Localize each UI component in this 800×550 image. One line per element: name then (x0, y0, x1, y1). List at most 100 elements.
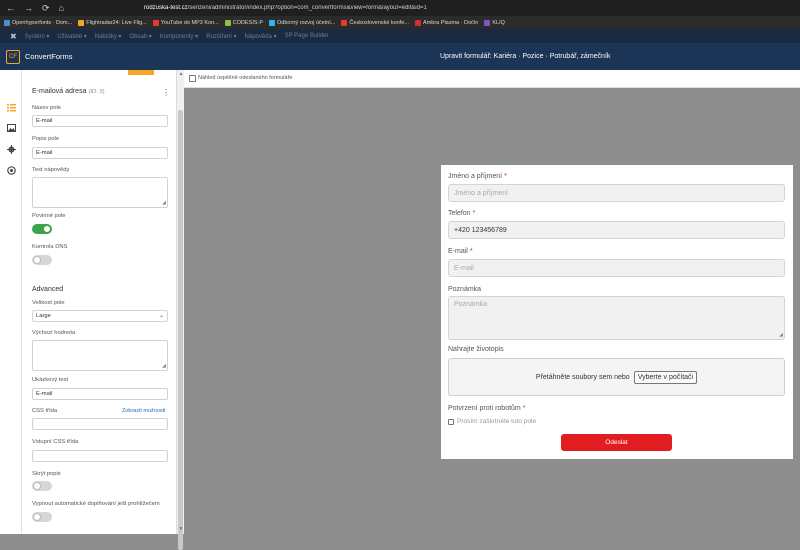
joomla-menu-item[interactable]: Komponenty ▾ (160, 33, 198, 40)
panel-active-tab-indicator (128, 70, 154, 75)
name-field-label: Jméno a příjmení * (448, 173, 507, 180)
convertforms-logo-icon: CF (6, 49, 20, 64)
success-preview-checkbox[interactable] (189, 75, 196, 82)
input-css-class-label: Vstupní CSS třída (32, 439, 79, 445)
scroll-down-icon[interactable]: ▼ (177, 526, 185, 532)
required-toggle[interactable] (32, 224, 52, 234)
captcha-field-label: Potvrzení proti robotům * (448, 405, 526, 412)
home-icon[interactable]: ⌂ (59, 3, 64, 14)
dns-check-label: Kontrola DNS (32, 244, 68, 250)
chevron-down-icon: ⌄ (158, 313, 164, 319)
app-header: CF ConvertForms (0, 43, 800, 70)
list-icon[interactable] (4, 100, 18, 114)
size-select-value: Large (36, 313, 51, 319)
url-path: /senzeni/administrator/index.php?option=… (187, 5, 427, 11)
dropzone-text: Přetáhněte soubory sem nebo (535, 373, 630, 381)
field-settings-panel: E-mailová adresa (ID: 3) ⋮ Název pole E-m… (22, 70, 176, 534)
hide-label-toggle[interactable] (32, 481, 52, 491)
browse-button[interactable]: Vyberte v počítači (633, 370, 698, 384)
default-value-label: Výchozí hodnota (32, 330, 76, 336)
joomla-menu-item[interactable]: Rozšíření ▾ (206, 33, 236, 40)
label-input[interactable]: E-mail (32, 147, 168, 159)
resize-handle-icon[interactable]: ◢ (779, 332, 783, 338)
joomla-menu-item[interactable]: Systém ▾ (25, 33, 50, 40)
joomla-menu-item[interactable]: SP Page Builder (285, 33, 329, 39)
scroll-thumb[interactable] (178, 110, 183, 550)
note-field-textarea[interactable]: Poznámka ◢ (448, 296, 785, 340)
bookmark-item[interactable]: Československé konfe... (341, 19, 409, 26)
panel-scrollbar[interactable]: ▲ ▼ (176, 70, 185, 550)
bookmark-favicon-icon (269, 19, 276, 26)
bookmark-item[interactable]: YouTube do MP3 Kon... (152, 19, 219, 26)
bookmark-favicon-icon (4, 19, 10, 26)
bookmark-favicon-icon (415, 19, 422, 26)
bookmarks-bar: Openhyperfonts · Dom... Flightradar24: Li… (0, 16, 800, 29)
bookmark-favicon-icon (484, 19, 491, 26)
editor-icon-rail (0, 70, 22, 534)
forward-icon[interactable]: → (24, 3, 33, 14)
bookmark-item[interactable]: Ambra Plasma · Dočín (415, 19, 478, 26)
joomla-menu-item[interactable]: Uživatelé ▾ (57, 33, 86, 40)
bookmark-favicon-icon (78, 19, 85, 26)
email-field-input[interactable]: E-mail (448, 259, 785, 277)
help-text-label: Text nápovědy (32, 167, 70, 173)
advanced-section-title: Advanced (32, 286, 64, 293)
captcha-text: Prosím zaškrtněte toto pole (457, 418, 537, 425)
url-host: rodzuska-test.cz (144, 5, 188, 11)
captcha-checkbox[interactable] (448, 419, 454, 425)
name-input[interactable]: E-mail (32, 115, 168, 127)
autocomplete-toggle[interactable] (32, 512, 52, 522)
submit-button[interactable]: Odeslat (561, 434, 672, 451)
bookmark-item[interactable]: Openhyperfonts · Dom... (4, 19, 72, 26)
form-preview: Jméno a příjmení * Jméno a příjmení Telef… (441, 165, 793, 459)
app-name: ConvertForms (25, 52, 73, 61)
page-title: Upravit formulář: Kariéra · Pozice · Pot… (440, 53, 611, 60)
phone-field-label: Telefon * (448, 210, 476, 217)
required-label: Povinné pole (32, 213, 66, 219)
input-css-class-input[interactable] (32, 450, 168, 462)
joomla-menu-item[interactable]: Obsah ▾ (129, 33, 151, 40)
placeholder-input[interactable]: E-mail (32, 388, 168, 400)
css-class-input[interactable] (32, 418, 168, 430)
default-value-textarea[interactable]: ◢ (32, 340, 168, 371)
bookmark-item[interactable]: Flightradar24: Live Flig... (78, 19, 147, 26)
cv-dropzone[interactable]: Přetáhněte soubory sem nebo Vyberte v po… (448, 358, 785, 396)
joomla-logo-icon[interactable]: ✖ (10, 32, 17, 41)
autocomplete-label: Vypnout automatické doplňování ješt proh… (32, 501, 160, 507)
placeholder-label: Ukázkový text (32, 377, 69, 383)
bookmark-item[interactable]: KLIQ (484, 19, 505, 26)
name-label: Název pole (32, 105, 62, 111)
cv-field-label: Nahrajte životopis (448, 346, 504, 353)
phone-field-input[interactable]: +420 123456789 (448, 221, 785, 239)
resize-handle-icon[interactable]: ◢ (162, 200, 166, 206)
resize-handle-icon[interactable]: ◢ (162, 363, 166, 369)
name-field-input[interactable]: Jméno a příjmení (448, 184, 785, 202)
back-icon[interactable]: ← (6, 3, 15, 14)
target-icon[interactable] (4, 163, 18, 177)
bookmark-item[interactable]: Odborný rozvoj účetní... (269, 19, 335, 26)
show-options-link[interactable]: Zobrazit možnosti (122, 408, 165, 414)
email-field-label: E-mail * (448, 248, 473, 255)
field-id: (ID: 3) (88, 89, 105, 95)
dns-check-toggle[interactable] (32, 255, 52, 265)
success-preview-label: Náhled úspěšně odeslaného formuláře (198, 75, 293, 81)
joomla-menu-item[interactable]: Nápověda ▾ (245, 33, 277, 40)
help-text-textarea[interactable]: ◢ (32, 177, 168, 208)
bookmark-favicon-icon (152, 19, 159, 26)
field-title: E-mailová adresa (ID: 3) (32, 88, 105, 95)
gear-icon[interactable] (4, 142, 18, 156)
preview-toolbar: Náhled úspěšně odeslaného formuláře (184, 70, 800, 88)
bookmark-favicon-icon (224, 19, 231, 26)
joomla-menu-item[interactable]: Nabídky ▾ (95, 33, 122, 40)
image-icon[interactable] (4, 121, 18, 135)
reload-icon[interactable]: ⟳ (42, 3, 50, 14)
more-options-icon[interactable]: ⋮ (162, 88, 170, 97)
size-label: Velikost pole (32, 300, 65, 306)
css-class-label: CSS třída (32, 408, 58, 414)
address-bar[interactable]: rodzuska-test.cz/senzeni/administrator/i… (144, 5, 427, 11)
hide-label-label: Skrýt popis (32, 471, 61, 477)
note-field-label: Poznámka (448, 286, 482, 293)
bookmark-favicon-icon (341, 19, 348, 26)
bookmark-item[interactable]: CODESIS·P (224, 19, 263, 26)
size-select[interactable]: Large ⌄ (32, 310, 168, 322)
